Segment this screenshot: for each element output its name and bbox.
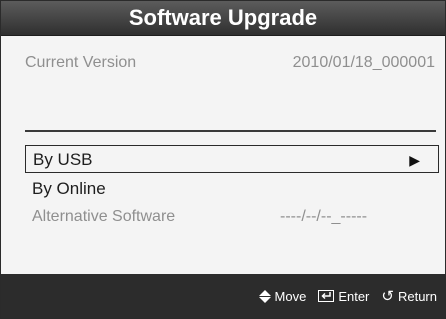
alternative-software-row: Alternative Software ----/--/--_----- [25, 206, 435, 228]
by-online-option[interactable]: By Online [25, 175, 439, 203]
right-arrow-icon: ▶ [409, 152, 420, 168]
return-icon: ↺ [381, 287, 394, 305]
by-usb-option[interactable]: By USB ▶ [25, 145, 439, 173]
move-hint[interactable]: Move [258, 288, 307, 304]
by-online-label: By Online [32, 179, 106, 198]
alternative-software-label: Alternative Software [32, 208, 176, 225]
software-upgrade-dialog: Software Upgrade Current Version 2010/01… [0, 0, 446, 319]
current-version-row: Current Version 2010/01/18_000001 [25, 52, 435, 74]
current-version-value: 2010/01/18_000001 [292, 54, 435, 71]
footer-bar: Move Enter ↺ Return [1, 274, 445, 318]
enter-label: Enter [338, 288, 370, 304]
enter-hint[interactable]: Enter [318, 289, 369, 304]
section-divider [25, 130, 436, 132]
enter-icon [318, 290, 335, 302]
footer-hints: Move Enter ↺ Return [258, 274, 437, 318]
by-usb-label: By USB [33, 150, 93, 169]
return-hint[interactable]: ↺ Return [381, 289, 437, 304]
current-version-label: Current Version [25, 54, 137, 71]
return-label: Return [397, 288, 437, 304]
dialog-title: Software Upgrade [1, 1, 445, 36]
move-label: Move [274, 288, 307, 304]
up-down-arrows-icon [258, 289, 271, 303]
alternative-software-value: ----/--/--_----- [280, 208, 368, 225]
